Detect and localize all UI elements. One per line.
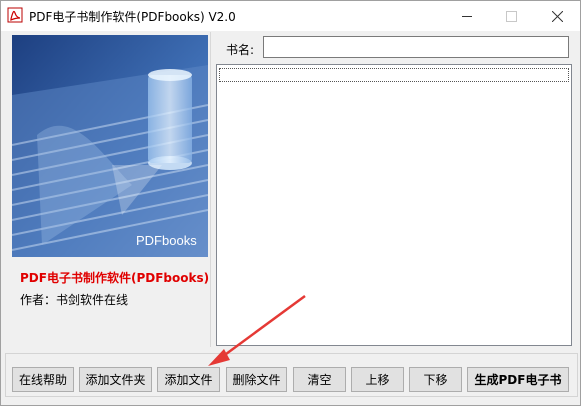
maximize-button (489, 1, 534, 31)
add-file-button[interactable]: 添加文件 (157, 367, 220, 392)
title-bar[interactable]: PDF电子书制作软件(PDFbooks) V2.0 (1, 1, 580, 31)
main-window: PDF电子书制作软件(PDFbooks) V2.0 PDFbooks PDF电子… (0, 0, 581, 406)
close-icon (552, 10, 563, 22)
clear-button[interactable]: 清空 (293, 367, 346, 392)
cover-caption: PDFbooks (136, 233, 197, 248)
cover-image: PDFbooks (12, 35, 208, 257)
maximize-icon (506, 10, 517, 22)
generate-pdf-button[interactable]: 生成PDF电子书 (467, 367, 569, 392)
delete-file-button[interactable]: 删除文件 (226, 367, 287, 392)
author-label: 作者：书剑软件在线 (20, 293, 129, 307)
close-button[interactable] (535, 1, 580, 31)
list-focus-row[interactable] (219, 68, 569, 82)
move-down-button[interactable]: 下移 (409, 367, 462, 392)
book-name-input[interactable] (263, 36, 569, 58)
minimize-icon (461, 15, 472, 17)
add-folder-button[interactable]: 添加文件夹 (79, 367, 152, 392)
online-help-button[interactable]: 在线帮助 (12, 367, 74, 392)
window-title: PDF电子书制作软件(PDFbooks) V2.0 (29, 10, 236, 24)
file-list[interactable] (216, 64, 572, 346)
move-up-button[interactable]: 上移 (351, 367, 404, 392)
minimize-button[interactable] (444, 1, 489, 31)
pdf-app-icon (7, 7, 23, 23)
app-name-label: PDF电子书制作软件(PDFbooks) (20, 271, 210, 285)
book-name-label: 书名: (226, 43, 255, 57)
